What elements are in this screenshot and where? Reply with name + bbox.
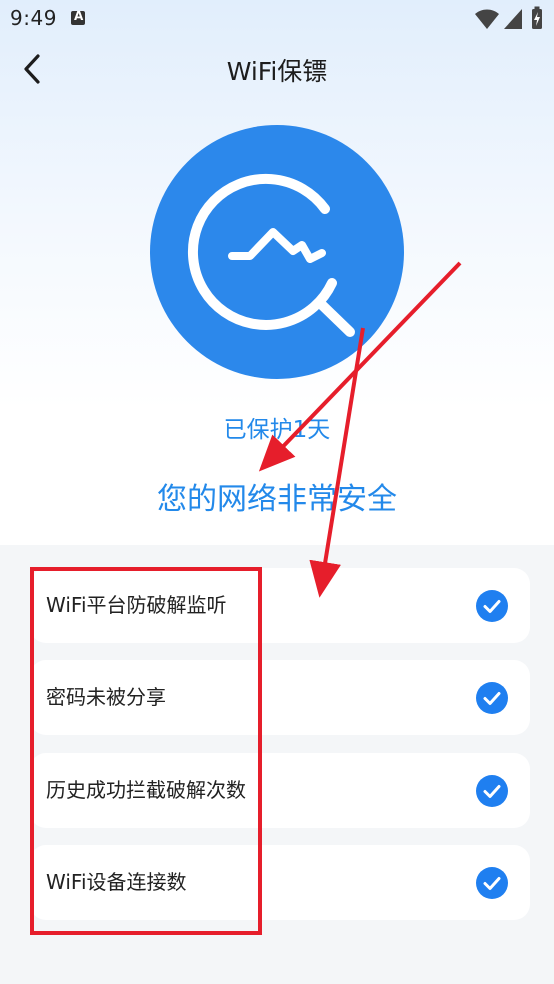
annotation-arrow: [258, 261, 462, 472]
annotation-arrow: [309, 327, 365, 598]
annotation-arrows: [258, 261, 462, 598]
